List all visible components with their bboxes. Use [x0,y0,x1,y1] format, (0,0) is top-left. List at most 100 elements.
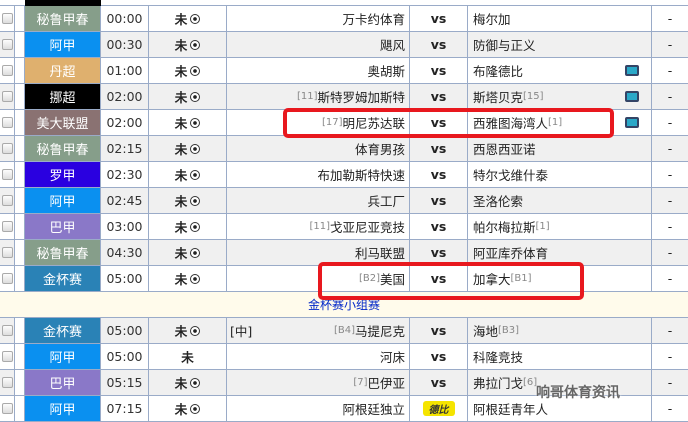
match-status: 未 [174,402,188,417]
select-checkbox[interactable] [1,325,13,336]
home-team[interactable]: 阿根廷独立 [342,399,405,418]
home-team[interactable]: 万卡约体育 [342,9,405,28]
select-checkbox[interactable] [1,195,13,206]
select-checkbox[interactable] [1,117,13,128]
league-badge[interactable]: 秘鲁甲春 [25,6,101,31]
match-row: 美大联盟 02:00 未 [17] 明尼苏达联 vs 西雅图海湾人 [1] - [0,110,688,136]
match-time: 05:00 [101,318,149,343]
home-rank: [17] [321,117,343,128]
ball-icon[interactable] [190,91,201,102]
league-badge[interactable]: 罗甲 [25,162,101,187]
select-checkbox[interactable] [1,169,13,180]
away-team[interactable]: 帕尔梅拉斯 [473,217,536,236]
result: - [667,193,673,208]
away-team[interactable]: 特尔戈维什泰 [473,165,548,184]
away-team[interactable]: 科隆竞技 [473,347,523,366]
select-checkbox[interactable] [1,273,13,284]
league-badge[interactable]: 阿甲 [25,344,101,369]
league-badge[interactable]: 阿甲 [25,32,101,57]
ball-icon[interactable] [190,117,201,128]
home-team[interactable]: 戈亚尼亚竞技 [330,217,405,236]
result: - [667,63,673,78]
ball-icon[interactable] [190,39,201,50]
select-checkbox[interactable] [1,39,13,50]
match-time: 05:00 [101,344,149,369]
league-badge[interactable]: 秘鲁甲春 [25,240,101,265]
home-rank: [11] [296,91,318,102]
result: - [667,401,673,416]
away-team[interactable]: 斯塔贝克 [473,87,523,106]
vs-label: vs [430,141,447,156]
home-team[interactable]: 飓风 [380,35,405,54]
match-time: 07:15 [101,396,149,421]
ball-icon[interactable] [190,403,201,414]
home-team[interactable]: 明尼苏达联 [342,113,405,132]
result: - [667,89,673,104]
match-status: 未 [174,246,188,261]
home-team[interactable]: 奥胡斯 [367,61,405,80]
result: - [667,141,673,156]
select-checkbox[interactable] [1,221,13,232]
home-team[interactable]: 巴伊亚 [367,373,405,392]
tv-icon[interactable] [625,91,639,102]
select-checkbox[interactable] [1,247,13,258]
league-badge[interactable]: 金杯赛 [25,266,101,291]
league-badge[interactable]: 阿甲 [25,396,101,421]
match-status: 未 [174,194,188,209]
match-row: 金杯赛 05:00 未 [中] [B4] 马提尼克 vs 海地 [B3] - [0,318,688,344]
home-team[interactable]: 布加勒斯特快速 [317,165,405,184]
away-team[interactable]: 西雅图海湾人 [473,113,548,132]
league-badge[interactable]: 秘鲁甲春 [25,136,101,161]
select-checkbox[interactable] [1,13,13,24]
ball-icon[interactable] [190,221,201,232]
home-team[interactable]: 兵工厂 [367,191,405,210]
league-badge[interactable]: 巴甲 [25,214,101,239]
ball-icon[interactable] [190,273,201,284]
away-team[interactable]: 加拿大 [473,269,511,288]
vs-label: vs [430,63,447,78]
home-team[interactable]: 斯特罗姆加斯特 [317,87,405,106]
ball-icon[interactable] [190,13,201,24]
result: - [667,323,673,338]
select-checkbox[interactable] [1,377,13,388]
ball-icon[interactable] [190,195,201,206]
select-checkbox[interactable] [1,91,13,102]
tv-icon[interactable] [625,65,639,76]
match-row: 阿甲 05:00 未 河床 vs 科隆竞技 - [0,344,688,370]
ball-icon[interactable] [190,247,201,258]
league-badge[interactable]: 挪超 [25,84,101,109]
match-status: 未 [174,90,188,105]
ball-icon[interactable] [190,169,201,180]
home-team[interactable]: 马提尼克 [355,321,405,340]
away-team[interactable]: 海地 [473,321,498,340]
away-team[interactable]: 布隆德比 [473,61,523,80]
away-team[interactable]: 西恩西亚诺 [473,139,536,158]
ball-icon[interactable] [190,377,201,388]
match-row: 丹超 01:00 未 奥胡斯 vs 布隆德比 - [0,58,688,84]
result: - [667,11,673,26]
match-time: 02:00 [101,110,149,135]
league-badge[interactable]: 阿甲 [25,188,101,213]
select-checkbox[interactable] [1,65,13,76]
away-team[interactable]: 阿亚库乔体育 [473,243,548,262]
group-link[interactable]: 金杯赛小组赛 [308,298,380,312]
away-team[interactable]: 圣洛伦索 [473,191,523,210]
away-team[interactable]: 梅尔加 [473,9,511,28]
league-badge[interactable]: 金杯赛 [25,318,101,343]
home-team[interactable]: 美国 [380,269,405,288]
away-team[interactable]: 防御与正义 [473,35,536,54]
home-team[interactable]: 河床 [380,347,405,366]
home-team[interactable]: 利马联盟 [355,243,405,262]
away-team[interactable]: 弗拉门戈 [473,373,523,392]
league-badge[interactable]: 巴甲 [25,370,101,395]
select-checkbox[interactable] [1,143,13,154]
tv-icon[interactable] [625,117,639,128]
league-badge[interactable]: 丹超 [25,58,101,83]
ball-icon[interactable] [190,143,201,154]
league-badge[interactable]: 美大联盟 [25,110,101,135]
ball-icon[interactable] [190,65,201,76]
select-checkbox[interactable] [1,403,13,414]
select-checkbox[interactable] [1,351,13,362]
ball-icon[interactable] [190,325,201,336]
home-team[interactable]: 体育男孩 [355,139,405,158]
